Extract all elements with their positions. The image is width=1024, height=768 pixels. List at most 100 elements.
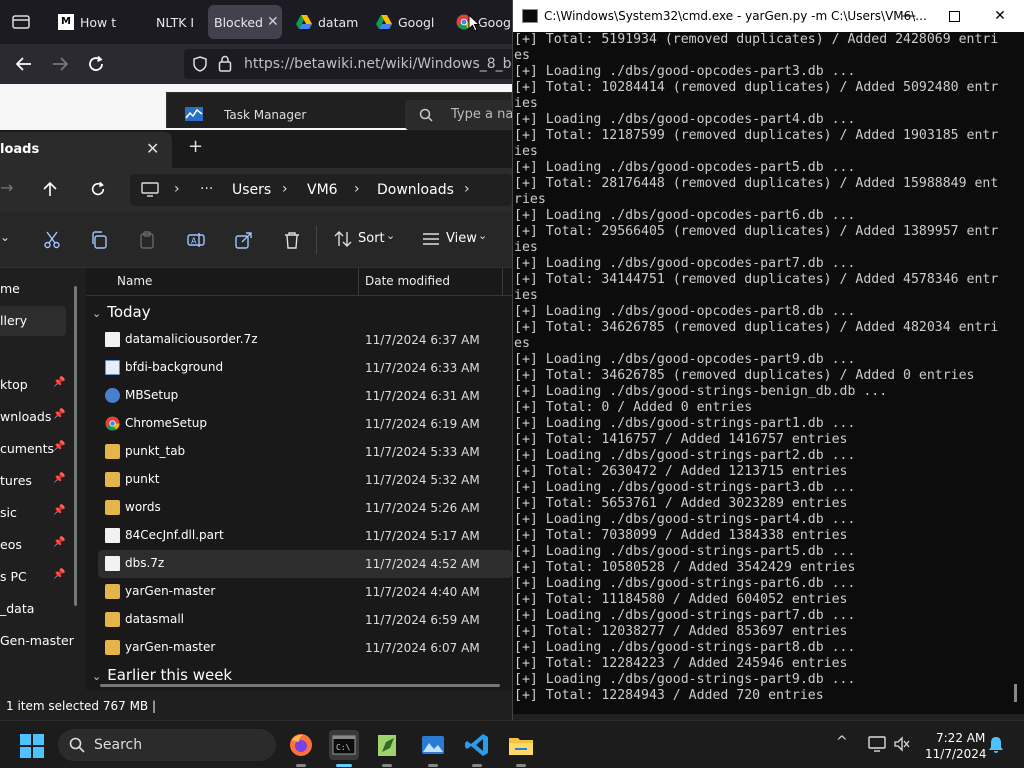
file-name: dbs.7z [125, 556, 165, 570]
notepad-plus-button[interactable] [372, 730, 402, 760]
file-row[interactable]: ChromeSetup 11/7/2024 6:19 AM [98, 410, 512, 438]
nav-item-downloads[interactable]: wnloads 📌 [0, 402, 68, 432]
cmd-title-bar[interactable]: C:\Windows\System32\cmd.exe - yarGen.py … [513, 0, 1024, 32]
clock-date[interactable]: 11/7/2024 [925, 747, 987, 761]
nav-item-pictures[interactable]: tures 📌 [0, 466, 68, 496]
close-button[interactable]: ✕ [990, 6, 1010, 26]
rename-button[interactable]: A [186, 230, 206, 250]
more-icon[interactable]: ··· [200, 181, 213, 197]
console-line: [+] Total: 10580528 / Added 3542429 entr… [514, 560, 856, 575]
share-button[interactable] [234, 230, 254, 250]
column-divider[interactable] [502, 268, 503, 296]
archive-file-icon [105, 556, 120, 571]
explorer-tab-downloads[interactable]: loads ✕ [0, 132, 172, 168]
new-tab-button[interactable]: + [188, 136, 203, 157]
refresh-button[interactable] [86, 177, 110, 201]
browser-tab-4[interactable]: Googl [370, 5, 442, 39]
copy-button[interactable] [89, 230, 109, 250]
nav-item-yargen-master[interactable]: Gen-master [0, 626, 74, 656]
nav-item-home[interactable]: me [0, 274, 68, 304]
close-tab-icon[interactable]: ✕ [267, 14, 279, 30]
console-line: [+] Total: 12038277 / Added 853697 entri… [514, 624, 848, 639]
file-explorer-button[interactable] [506, 730, 536, 760]
navigation-pane: me llery ktop 📌 wnloads 📌 cuments 📌 tures 📌 … [0, 268, 86, 690]
paste-button[interactable] [137, 230, 157, 250]
file-row[interactable]: MBSetup 11/7/2024 6:31 AM [98, 382, 512, 410]
sort-button[interactable]: Sort ⌄ [332, 212, 398, 268]
windows-start-icon[interactable] [20, 734, 44, 758]
column-divider[interactable] [358, 268, 359, 296]
nav-item-desktop[interactable]: ktop 📌 [0, 370, 68, 400]
file-row[interactable]: yarGen-master 11/7/2024 6:07 AM [98, 634, 512, 662]
firefox-button[interactable] [286, 730, 316, 760]
maximize-button[interactable] [944, 6, 964, 26]
breadcrumb-vm6[interactable]: VM6 [307, 182, 338, 198]
nav-scrollbar[interactable] [74, 286, 77, 606]
address-bar[interactable]: › ··· Users › VM6 › Downloads › [130, 174, 512, 206]
chevron-up-icon[interactable]: ^ [836, 734, 848, 750]
nav-item-label: me [0, 281, 20, 296]
lock-icon [218, 55, 232, 72]
horizontal-scrollbar[interactable] [100, 684, 500, 687]
breadcrumb-downloads[interactable]: Downloads [377, 182, 454, 198]
nav-item-data[interactable]: _data [0, 594, 68, 624]
delete-button[interactable] [282, 230, 302, 250]
pin-icon: 📌 [53, 569, 66, 580]
network-icon[interactable] [868, 736, 886, 752]
close-icon[interactable]: ✕ [146, 139, 159, 158]
view-button[interactable]: View ⌄ [420, 212, 490, 268]
volume-muted-icon[interactable] [893, 736, 911, 752]
file-row[interactable]: punkt_tab 11/7/2024 5:33 AM [98, 438, 512, 466]
file-row[interactable]: bfdi-background 11/7/2024 6:33 AM [98, 354, 512, 382]
cmd-output[interactable]: [+] Total: 5191934 (removed duplicates) … [514, 32, 1012, 720]
nav-item-documents[interactable]: cuments 📌 [0, 434, 68, 464]
browser-tab-5[interactable]: Googl [450, 5, 512, 39]
file-row[interactable]: datamaliciousorder.7z 11/7/2024 6:37 AM [98, 326, 512, 354]
file-row-selected[interactable]: dbs.7z 11/7/2024 4:52 AM [98, 550, 512, 578]
group-header-earlier-this-week[interactable]: ⌄ Earlier this week [92, 666, 232, 684]
file-name: ChromeSetup [125, 416, 207, 430]
forward-button[interactable] [48, 52, 72, 76]
browser-tab-1[interactable]: NLTK I [150, 5, 200, 39]
cmd-scrollbar[interactable] [1014, 684, 1017, 702]
clock-time[interactable]: 7:22 AM [936, 731, 985, 745]
vscode-button[interactable] [462, 730, 492, 760]
group-header-today[interactable]: ⌄ Today [92, 303, 151, 321]
file-row[interactable]: 84CecJnf.dll.part 11/7/2024 5:17 AM [98, 522, 512, 550]
nav-item-gallery[interactable]: llery [0, 306, 66, 336]
nav-item-music[interactable]: sic 📌 [0, 498, 68, 528]
maximize-icon [948, 10, 960, 22]
url-bar[interactable]: https://betawiki.net/wiki/Windows_8_buil… [184, 49, 553, 79]
console-line: [+] Loading ./dbs/good-opcodes-part8.db … [514, 304, 856, 319]
file-row[interactable]: punkt 11/7/2024 5:32 AM [98, 466, 512, 494]
file-row[interactable]: yarGen-master 11/7/2024 4:40 AM [98, 578, 512, 606]
browser-tab-2[interactable]: Blocked ✕ [208, 5, 282, 39]
taskbar-search[interactable]: Search [58, 729, 276, 761]
chevron-down-icon: ⌄ [386, 229, 396, 242]
column-header-date-modified[interactable]: Date modified [365, 274, 450, 288]
browser-tab-0[interactable]: M How t [52, 5, 142, 39]
photos-button[interactable] [418, 730, 448, 760]
column-header-name[interactable]: Name [117, 274, 152, 288]
console-line: ries [514, 192, 546, 207]
browser-tab-3[interactable]: datam [290, 5, 362, 39]
minimize-button[interactable]: — [899, 6, 919, 26]
back-button[interactable] [12, 52, 36, 76]
explorer-tab-label: loads [0, 142, 40, 157]
up-button[interactable] [38, 177, 62, 201]
notification-bell-icon[interactable] [988, 736, 1004, 754]
reload-button[interactable] [84, 52, 108, 76]
breadcrumb-users[interactable]: Users [232, 182, 271, 198]
tab-list-button[interactable] [8, 9, 34, 35]
forward-icon[interactable]: → [0, 178, 13, 197]
nav-item-videos[interactable]: eos 📌 [0, 530, 68, 560]
console-line: [+] Total: 12284943 / Added 720 entries [514, 688, 824, 703]
chevron-down-icon[interactable]: ⌄ [0, 230, 10, 244]
cut-button[interactable] [42, 230, 62, 250]
file-row[interactable]: datasmall 11/7/2024 6:59 AM [98, 606, 512, 634]
reload-icon [89, 55, 103, 71]
terminal-icon: C:\ [332, 735, 356, 755]
nav-item-this-pc[interactable]: s PC 📌 [0, 562, 68, 592]
terminal-button[interactable]: C:\ [329, 730, 359, 760]
file-row[interactable]: words 11/7/2024 5:26 AM [98, 494, 512, 522]
